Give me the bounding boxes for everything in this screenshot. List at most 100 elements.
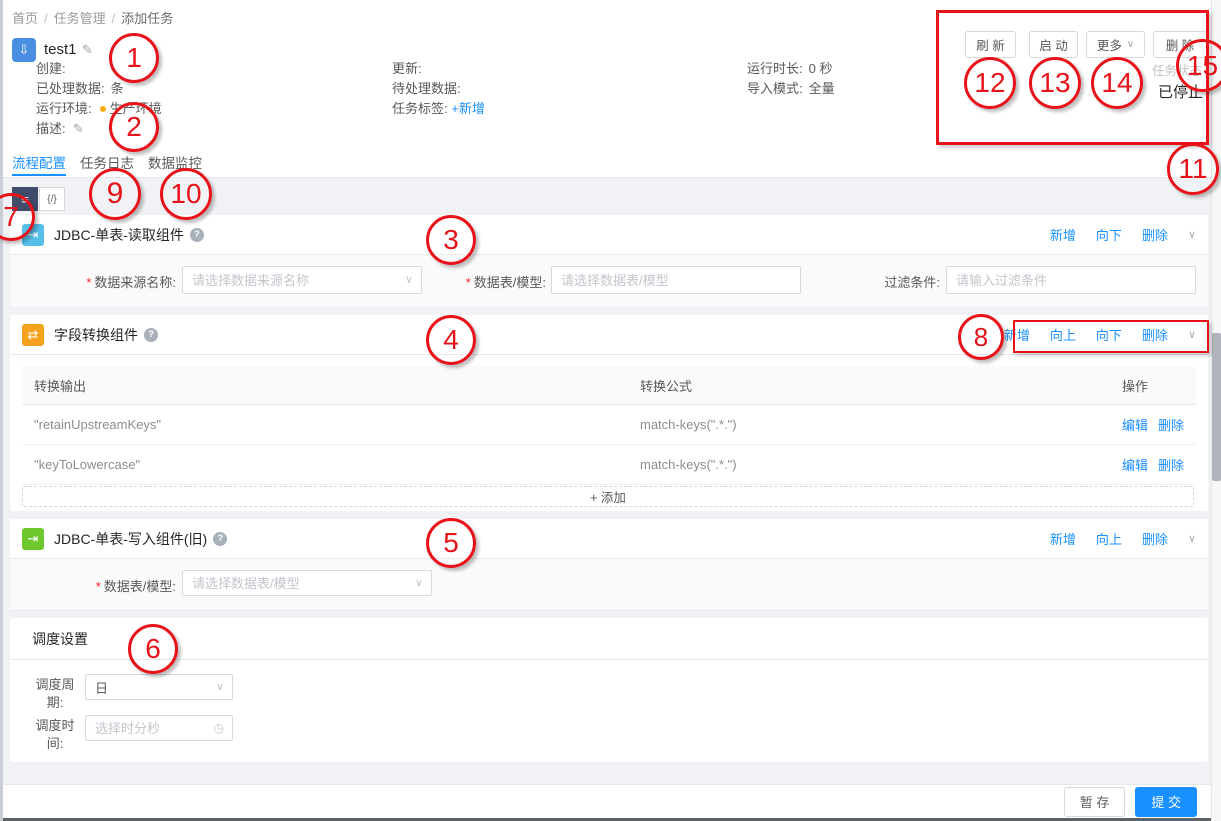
edit-description-icon[interactable]: ✎ (73, 121, 84, 136)
row-delete-link[interactable]: 删除 (1158, 415, 1184, 434)
json-braces-icon: {/} (47, 194, 56, 205)
column-header-formula: 转换公式 (640, 376, 1122, 395)
write-move-up-link[interactable]: 向上 (1096, 529, 1122, 548)
processed-data-value: 条 (111, 81, 124, 96)
row-edit-link[interactable]: 编辑 (1122, 455, 1148, 474)
column-header-output: 转换输出 (22, 376, 640, 395)
schedule-header: 调度设置 (10, 618, 1208, 660)
annotation-circle-3: 3 (426, 215, 476, 265)
read-table-model-input-wrap (551, 266, 801, 294)
read-add-link[interactable]: 新增 (1050, 225, 1076, 244)
schedule-time-input-wrap: ◷ (85, 715, 233, 741)
field-transform-icon: ⇄ (22, 324, 44, 346)
updated-label: 更新: (392, 61, 422, 76)
annotation-circle-1: 1 (109, 33, 159, 83)
row-delete-link[interactable]: 删除 (1158, 455, 1184, 474)
help-icon[interactable]: ? (144, 328, 158, 342)
submit-button[interactable]: 提 交 (1135, 787, 1197, 817)
pending-data-label: 待处理数据: (392, 81, 461, 96)
read-table-model-input[interactable] (551, 266, 801, 294)
write-table-model-select-wrap: ∨ (182, 570, 432, 596)
collapse-chevron-icon[interactable]: ∨ (1188, 532, 1196, 545)
scrollbar-thumb[interactable] (1212, 333, 1221, 481)
card-jdbc-read: ⇥ JDBC-单表-读取组件 ? 新增 向下 删除 ∨ *数据来源名称: ∨ *… (10, 215, 1208, 306)
jdbc-read-actions: 新增 向下 删除 ∨ (1050, 225, 1196, 244)
save-draft-button[interactable]: 暂 存 (1064, 787, 1126, 817)
json-view-button[interactable]: {/} (39, 187, 65, 211)
window-left-edge (0, 0, 3, 821)
footer-bar: 暂 存 提 交 (0, 784, 1211, 818)
write-add-link[interactable]: 新增 (1050, 529, 1076, 548)
read-table-model-label: *数据表/模型: (450, 272, 546, 291)
annotation-circle-13: 13 (1029, 57, 1081, 109)
add-tag-link[interactable]: +新增 (451, 101, 485, 116)
write-table-model-select[interactable] (182, 570, 432, 596)
row-output: "retainUpstreamKeys" (22, 417, 640, 432)
card-jdbc-write: ⇥ JDBC-单表-写入组件(旧) ? 新增 向上 删除 ∨ *数据表/模型: … (10, 519, 1208, 609)
breadcrumb-home[interactable]: 首页 (12, 11, 38, 26)
jdbc-write-title: JDBC-单表-写入组件(旧) (54, 529, 207, 549)
table-row: "retainUpstreamKeys" match-keys(".*.") 编… (22, 405, 1196, 445)
task-type-icon: ⇩ (12, 38, 36, 62)
row-edit-link[interactable]: 编辑 (1122, 415, 1148, 434)
annotation-circle-10: 10 (160, 168, 212, 220)
write-delete-link[interactable]: 删除 (1142, 529, 1168, 548)
runtime-value: 0 秒 (809, 61, 833, 76)
field-transform-title: 字段转换组件 (54, 325, 138, 345)
jdbc-read-header: ⇥ JDBC-单表-读取组件 ? 新增 向下 删除 ∨ (10, 215, 1208, 255)
breadcrumb-current: 添加任务 (121, 11, 173, 26)
source-name-select[interactable] (182, 266, 422, 294)
annotation-circle-12: 12 (964, 57, 1016, 109)
env-status-dot (100, 106, 106, 112)
info-column-right: 运行时长: 0 秒 导入模式: 全量 (747, 59, 835, 99)
transform-table: 转换输出 转换公式 操作 "retainUpstreamKeys" match-… (22, 366, 1196, 485)
read-move-down-link[interactable]: 向下 (1096, 225, 1122, 244)
annotation-circle-15: 15 (1176, 39, 1221, 92)
add-transform-row-button[interactable]: + 添加 (22, 486, 1194, 507)
runtime-label: 运行时长: (747, 61, 803, 76)
annotation-circle-8: 8 (958, 314, 1004, 360)
collapse-chevron-icon[interactable]: ∨ (1188, 228, 1196, 241)
source-name-select-wrap: ∨ (182, 266, 422, 294)
column-header-actions: 操作 (1122, 376, 1196, 395)
table-row: "keyToLowercase" match-keys(".*.") 编辑 删除 (22, 445, 1196, 485)
filter-input-wrap (946, 266, 1196, 294)
breadcrumb-task-management[interactable]: 任务管理 (54, 11, 106, 26)
description-label: 描述: (36, 121, 66, 136)
row-output: "keyToLowercase" (22, 457, 640, 472)
annotation-box-transform-actions (1013, 320, 1209, 353)
help-icon[interactable]: ? (213, 532, 227, 546)
created-label: 创建: (36, 61, 66, 76)
read-delete-link[interactable]: 删除 (1142, 225, 1168, 244)
info-column-middle: 更新: 待处理数据: 任务标签: +新增 (392, 59, 485, 119)
breadcrumb: 首页 / 任务管理 / 添加任务 (12, 8, 173, 27)
annotation-circle-9: 9 (89, 168, 141, 220)
source-name-label: *数据来源名称: (74, 272, 176, 291)
task-tags-label: 任务标签: (392, 101, 448, 116)
row-formula: match-keys(".*.") (640, 417, 1122, 432)
schedule-title: 调度设置 (32, 629, 88, 649)
breadcrumb-separator: / (44, 11, 48, 26)
schedule-period-select-wrap: ∨ (85, 674, 233, 700)
annotation-circle-14: 14 (1091, 57, 1143, 109)
jdbc-write-icon: ⇥ (22, 528, 44, 550)
edit-task-name-icon[interactable]: ✎ (82, 42, 93, 58)
filter-label: 过滤条件: (870, 272, 940, 291)
row-formula: match-keys(".*.") (640, 457, 1122, 472)
help-icon[interactable]: ? (190, 228, 204, 242)
annotation-circle-2: 2 (109, 102, 159, 152)
transform-table-header: 转换输出 转换公式 操作 (22, 366, 1196, 405)
env-label: 运行环境: (36, 101, 92, 116)
annotation-circle-4: 4 (426, 315, 476, 365)
jdbc-read-body: *数据来源名称: ∨ *数据表/模型: 过滤条件: (10, 255, 1208, 305)
download-arrow-icon: ⇩ (19, 42, 30, 58)
filter-input[interactable] (946, 266, 1196, 294)
import-mode-value: 全量 (809, 81, 835, 96)
schedule-time-input[interactable] (85, 715, 233, 741)
annotation-circle-11: 11 (1167, 143, 1219, 195)
schedule-time-label: 调度时 间: (32, 717, 78, 753)
breadcrumb-separator: / (112, 11, 116, 26)
schedule-period-select[interactable] (85, 674, 233, 700)
import-mode-label: 导入模式: (747, 81, 803, 96)
jdbc-write-body: *数据表/模型: ∨ (10, 559, 1208, 608)
